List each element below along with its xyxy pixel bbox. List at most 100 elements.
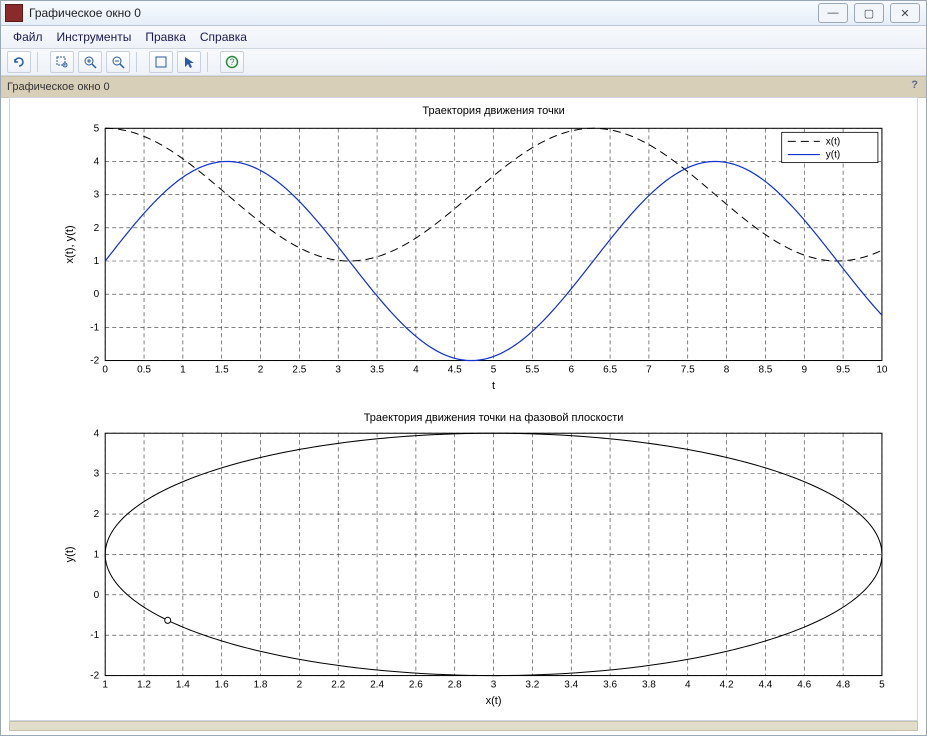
toolbar: ?: [1, 49, 926, 76]
menu-help[interactable]: Справка: [194, 28, 253, 46]
svg-text:6.5: 6.5: [603, 365, 617, 376]
svg-text:0: 0: [94, 289, 100, 300]
window-title: Графическое окно 0: [29, 6, 141, 20]
svg-text:4.6: 4.6: [797, 680, 811, 691]
menu-edit[interactable]: Правка: [139, 28, 192, 46]
svg-text:3.6: 3.6: [603, 680, 617, 691]
svg-text:4.4: 4.4: [758, 680, 772, 691]
tab-label[interactable]: Графическое окно 0: [7, 81, 110, 93]
app-window: Графическое окно 0 — ▢ ✕ Файл Инструмент…: [0, 0, 927, 736]
svg-text:4: 4: [685, 680, 691, 691]
svg-text:0: 0: [102, 365, 108, 376]
fit-icon[interactable]: [149, 51, 173, 73]
titlebar[interactable]: Графическое окно 0 — ▢ ✕: [1, 1, 926, 26]
svg-text:7.5: 7.5: [681, 365, 695, 376]
svg-text:2.8: 2.8: [448, 680, 462, 691]
minimize-button[interactable]: —: [818, 3, 848, 23]
svg-text:9.5: 9.5: [836, 365, 850, 376]
svg-text:1.2: 1.2: [137, 680, 151, 691]
svg-text:5: 5: [94, 123, 100, 134]
status-strip: [9, 721, 918, 731]
svg-text:9: 9: [801, 365, 807, 376]
svg-text:4: 4: [413, 365, 419, 376]
svg-text:-1: -1: [90, 322, 99, 333]
svg-text:1.5: 1.5: [215, 365, 229, 376]
svg-text:1.4: 1.4: [176, 680, 190, 691]
svg-text:?: ?: [229, 57, 234, 67]
plot-canvas: Траектория движения точки 0 0.5 1 1.5 2 2.5 3 3.…: [9, 97, 918, 721]
svg-text:3: 3: [335, 365, 341, 376]
menubar: Файл Инструменты Правка Справка: [1, 26, 926, 49]
zoom-in-icon[interactable]: [78, 51, 102, 73]
svg-text:Траектория движения точки на ф: Траектория движения точки на фазовой пло…: [364, 412, 624, 424]
svg-text:2: 2: [258, 365, 264, 376]
svg-text:Траектория движения точки: Траектория движения точки: [422, 105, 564, 117]
svg-text:0.5: 0.5: [137, 365, 151, 376]
svg-text:-2: -2: [90, 671, 99, 682]
maximize-glyph: ▢: [864, 7, 874, 20]
select-icon[interactable]: [177, 51, 201, 73]
svg-text:6: 6: [568, 365, 574, 376]
top-plot: Траектория движения точки 0 0.5 1 1.5 2 2.5 3 3.…: [64, 105, 888, 392]
svg-text:0: 0: [94, 590, 100, 601]
maximize-button[interactable]: ▢: [854, 3, 884, 23]
svg-text:8.5: 8.5: [758, 365, 772, 376]
tab-help-marker[interactable]: ?: [911, 79, 918, 91]
svg-text:5: 5: [879, 680, 885, 691]
legend: x(t) y(t): [782, 132, 878, 162]
rotate-icon[interactable]: [7, 51, 31, 73]
svg-text:t: t: [492, 380, 495, 392]
svg-text:3: 3: [94, 469, 100, 480]
svg-text:x(t): x(t): [826, 136, 840, 147]
svg-text:3: 3: [491, 680, 497, 691]
svg-text:1.8: 1.8: [254, 680, 268, 691]
app-icon: [5, 4, 23, 22]
window-controls: — ▢ ✕: [818, 3, 920, 23]
svg-text:1: 1: [180, 365, 186, 376]
svg-text:8: 8: [724, 365, 730, 376]
svg-text:10: 10: [876, 365, 888, 376]
svg-text:3.8: 3.8: [642, 680, 656, 691]
svg-text:2: 2: [94, 509, 100, 520]
tab-strip: Графическое окно 0 ?: [1, 76, 926, 98]
svg-text:x(t): x(t): [486, 695, 502, 707]
svg-text:4.5: 4.5: [448, 365, 462, 376]
zoom-out-icon[interactable]: [106, 51, 130, 73]
svg-text:y(t): y(t): [64, 546, 76, 562]
menu-file[interactable]: Файл: [7, 28, 49, 46]
svg-text:1: 1: [102, 680, 108, 691]
svg-text:x(t), y(t): x(t), y(t): [64, 225, 76, 263]
svg-text:-2: -2: [90, 356, 99, 367]
svg-text:-1: -1: [90, 630, 99, 641]
svg-text:5: 5: [491, 365, 497, 376]
toolbar-separator: [37, 52, 44, 72]
zoom-area-icon[interactable]: [50, 51, 74, 73]
svg-text:2.2: 2.2: [331, 680, 345, 691]
svg-text:3.2: 3.2: [525, 680, 539, 691]
svg-text:1.6: 1.6: [215, 680, 229, 691]
svg-text:1: 1: [94, 256, 100, 267]
svg-text:3.5: 3.5: [370, 365, 384, 376]
bottom-plot: Траектория движения точки на фазовой пло…: [64, 412, 885, 707]
svg-text:3: 3: [94, 190, 100, 201]
svg-text:5.5: 5.5: [525, 365, 539, 376]
svg-text:2.5: 2.5: [292, 365, 306, 376]
svg-text:4.2: 4.2: [720, 680, 734, 691]
svg-text:3.4: 3.4: [564, 680, 578, 691]
close-button[interactable]: ✕: [890, 3, 920, 23]
svg-text:y(t): y(t): [826, 150, 840, 161]
menu-tools[interactable]: Инструменты: [51, 28, 138, 46]
svg-text:2.4: 2.4: [370, 680, 384, 691]
svg-text:2: 2: [297, 680, 303, 691]
svg-text:4: 4: [94, 428, 100, 439]
plots-svg: Траектория движения точки 0 0.5 1 1.5 2 2.5 3 3.…: [10, 98, 917, 720]
svg-text:7: 7: [646, 365, 652, 376]
svg-text:2: 2: [94, 223, 100, 234]
close-glyph: ✕: [900, 7, 909, 20]
svg-text:1: 1: [94, 549, 100, 560]
minimize-glyph: —: [828, 7, 839, 19]
svg-text:2.6: 2.6: [409, 680, 423, 691]
toolbar-separator: [207, 52, 214, 72]
toolbar-separator: [136, 52, 143, 72]
help-icon[interactable]: ?: [220, 51, 244, 73]
